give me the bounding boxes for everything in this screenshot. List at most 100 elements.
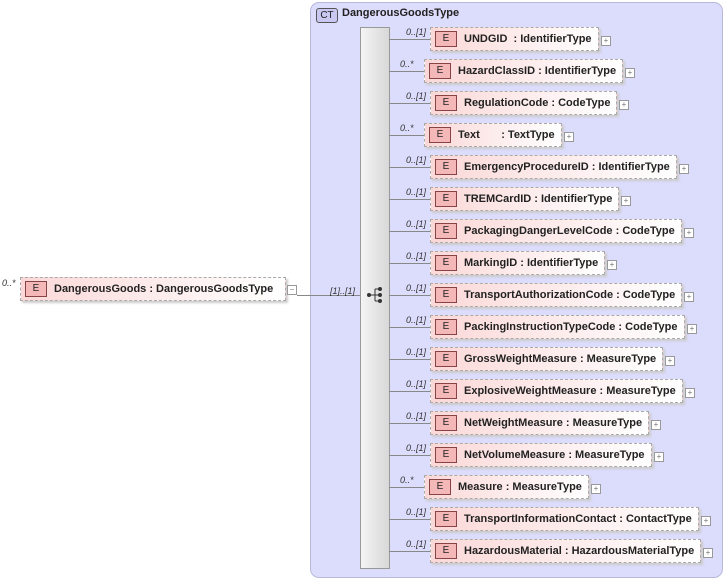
element-badge: E — [435, 287, 457, 303]
element-label: TransportAuthorizationCode : CodeType — [464, 289, 676, 301]
element-badge: E — [435, 543, 457, 559]
element-badge: E — [435, 31, 457, 47]
element-hazardclassid[interactable]: E HazardClassID : IdentifierType — [424, 59, 624, 83]
element-badge: E — [429, 127, 451, 143]
element-label: ExplosiveWeightMeasure : MeasureType — [464, 385, 676, 397]
element-badge: E — [435, 511, 457, 527]
cardinality: 0..* — [400, 475, 414, 485]
element-grossweightmeasure[interactable]: E GrossWeightMeasure : MeasureType — [430, 347, 664, 371]
element-netvolumemeasure[interactable]: E NetVolumeMeasure : MeasureType — [430, 443, 652, 467]
element-regulationcode[interactable]: E RegulationCode : CodeType — [430, 91, 618, 115]
element-undgid[interactable]: E UNDGID : IdentifierType — [430, 27, 599, 51]
root-element[interactable]: E DangerousGoods : DangerousGoodsType — [20, 277, 286, 301]
expand-icon[interactable]: + — [685, 388, 695, 398]
element-badge: E — [429, 63, 451, 79]
connector — [389, 103, 430, 104]
expand-icon[interactable]: + — [591, 484, 601, 494]
expand-icon[interactable]: + — [607, 260, 617, 270]
element-label: PackingInstructionTypeCode : CodeType — [464, 321, 678, 333]
cardinality: 0..[1] — [406, 539, 427, 549]
connector — [389, 359, 430, 360]
expand-icon[interactable]: + — [701, 516, 711, 526]
element-badge: E — [435, 415, 457, 431]
expand-icon[interactable]: + — [564, 132, 574, 142]
element-badge: E — [435, 95, 457, 111]
root-cardinality: 0..* — [2, 278, 16, 288]
element-badge: E — [429, 479, 451, 495]
element-label: NetWeightMeasure : MeasureType — [464, 417, 643, 429]
element-netweightmeasure[interactable]: E NetWeightMeasure : MeasureType — [430, 411, 650, 435]
element-badge: E — [435, 159, 457, 175]
element-label: Measure : MeasureType — [458, 481, 582, 493]
collapse-icon[interactable]: − — [287, 285, 297, 295]
connector — [389, 327, 430, 328]
expand-icon[interactable]: + — [703, 548, 713, 558]
cardinality: 0..[1] — [406, 91, 427, 101]
element-emergencyprocedureid[interactable]: E EmergencyProcedureID : IdentifierType — [430, 155, 677, 179]
expand-icon[interactable]: + — [625, 68, 635, 78]
connector — [389, 199, 430, 200]
connector — [389, 295, 430, 296]
connector — [389, 455, 430, 456]
element-label: PackagingDangerLevelCode : CodeType — [464, 225, 675, 237]
element-transportinformationcontact[interactable]: E TransportInformationContact : ContactT… — [430, 507, 699, 531]
expand-icon[interactable]: + — [687, 324, 697, 334]
cardinality: 0..* — [400, 123, 414, 133]
expand-icon[interactable]: + — [684, 228, 694, 238]
element-label: NetVolumeMeasure : MeasureType — [464, 449, 645, 461]
cardinality: 0..[1] — [406, 379, 427, 389]
element-badge: E — [435, 191, 457, 207]
expand-icon[interactable]: + — [679, 164, 689, 174]
element-markingid[interactable]: E MarkingID : IdentifierType — [430, 251, 606, 275]
element-measure[interactable]: E Measure : MeasureType — [424, 475, 589, 499]
element-label: MarkingID : IdentifierType — [464, 257, 599, 269]
expand-icon[interactable]: + — [684, 292, 694, 302]
element-badge: E — [435, 255, 457, 271]
element-text[interactable]: E Text : TextType — [424, 123, 562, 147]
complex-type-title: DangerousGoodsType — [342, 7, 460, 19]
cardinality: 0..* — [400, 59, 414, 69]
connector — [389, 487, 424, 488]
cardinality: 0..[1] — [406, 187, 427, 197]
element-hazardousmaterial[interactable]: E HazardousMaterial : HazardousMaterialT… — [430, 539, 702, 563]
connector — [389, 423, 430, 424]
connector — [389, 231, 430, 232]
element-packagingdangerlevelcode[interactable]: E PackagingDangerLevelCode : CodeType — [430, 219, 682, 243]
element-label: HazardClassID : IdentifierType — [458, 65, 617, 77]
connector — [389, 167, 430, 168]
sequence-icon — [367, 287, 382, 303]
cardinality: 0..[1] — [406, 443, 427, 453]
expand-icon[interactable]: + — [621, 196, 631, 206]
element-packinginstructiontypecode[interactable]: E PackingInstructionTypeCode : CodeType — [430, 315, 685, 339]
expand-icon[interactable]: + — [665, 356, 675, 366]
connector — [389, 39, 430, 40]
cardinality: 0..[1] — [406, 315, 427, 325]
element-badge: E — [435, 319, 457, 335]
element-label: RegulationCode : CodeType — [464, 97, 611, 109]
cardinality: 0..[1] — [406, 507, 427, 517]
element-label: Text : TextType — [458, 129, 555, 141]
element-tremcardid[interactable]: E TREMCardID : IdentifierType — [430, 187, 620, 211]
connector — [389, 263, 430, 264]
element-label: TREMCardID : IdentifierType — [464, 193, 613, 205]
cardinality: 0..[1] — [406, 283, 427, 293]
expand-icon[interactable]: + — [619, 100, 629, 110]
connector — [389, 135, 424, 136]
element-label: UNDGID : IdentifierType — [464, 33, 592, 45]
element-label: TransportInformationContact : ContactTyp… — [464, 513, 692, 525]
cardinality: 0..[1] — [406, 411, 427, 421]
element-label: EmergencyProcedureID : IdentifierType — [464, 161, 670, 173]
element-transportauthorizationcode[interactable]: E TransportAuthorizationCode : CodeType — [430, 283, 683, 307]
expand-icon[interactable]: + — [654, 452, 664, 462]
cardinality: 0..[1] — [406, 219, 427, 229]
element-badge: E — [25, 281, 47, 297]
element-explosiveweightmeasure[interactable]: E ExplosiveWeightMeasure : MeasureType — [430, 379, 683, 403]
element-label: GrossWeightMeasure : MeasureType — [464, 353, 657, 365]
connector — [389, 519, 430, 520]
root-element-label: DangerousGoods : DangerousGoodsType — [54, 283, 274, 295]
expand-icon[interactable]: + — [651, 420, 661, 430]
cardinality: 0..[1] — [406, 251, 427, 261]
expand-icon[interactable]: + — [601, 36, 611, 46]
link-cardinality: [1]..[1] — [330, 286, 356, 296]
cardinality: 0..[1] — [406, 27, 427, 37]
